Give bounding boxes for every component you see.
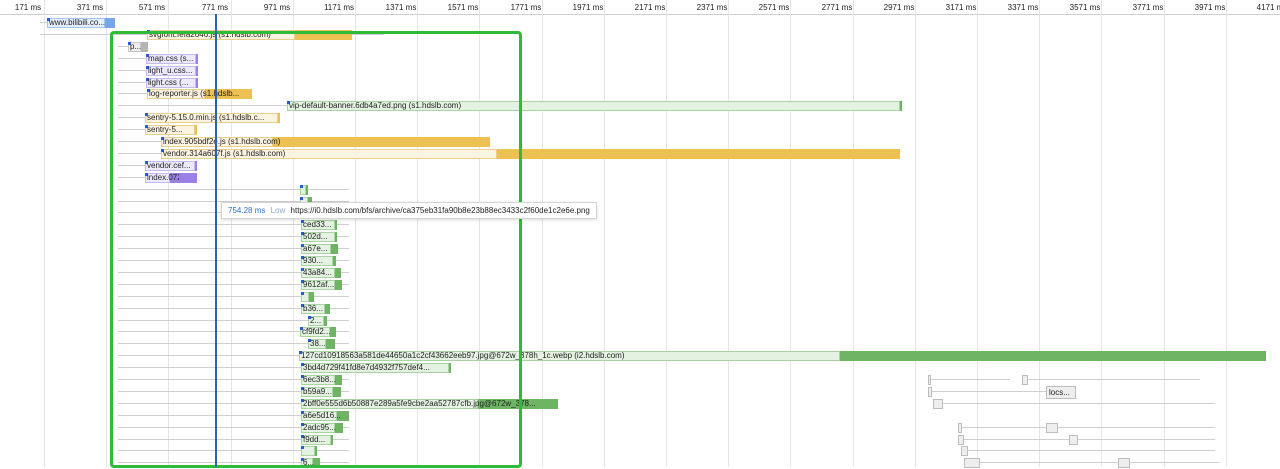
request-download-bar <box>497 149 900 159</box>
request-download-bar <box>105 18 115 28</box>
ruler-tick-label: 3371 ms <box>1007 3 1039 12</box>
secondary-request-bar[interactable] <box>1022 375 1028 385</box>
secondary-request-whisker <box>931 379 1010 380</box>
secondary-request-label: locs... <box>1046 386 1076 399</box>
secondary-request-bar[interactable] <box>961 446 968 456</box>
ruler-tick-label: 971 ms <box>263 3 291 12</box>
ruler-tick-label: 4171 ms <box>1256 3 1280 12</box>
secondary-request-bar[interactable] <box>928 387 932 397</box>
ruler-tick-label: 371 ms <box>76 3 104 12</box>
secondary-request-whisker <box>1058 427 1215 428</box>
ruler-tick-label: 771 ms <box>201 3 229 12</box>
request-download-bar <box>840 351 1266 361</box>
ruler-tick-label: 3571 ms <box>1069 3 1101 12</box>
ruler-tick-label: 2571 ms <box>758 3 790 12</box>
tooltip-url: https://i0.hdslb.com/bfs/archive/ca375eb… <box>290 206 590 215</box>
secondary-request-whisker <box>932 391 1050 392</box>
time-cursor-line[interactable] <box>215 14 217 467</box>
ruler-tick-label: 3971 ms <box>1194 3 1226 12</box>
ruler-tick-label: 3771 ms <box>1132 3 1164 12</box>
secondary-request-whisker <box>1130 462 1220 463</box>
request-label: www.bilibili.co... <box>49 18 106 27</box>
request-download-bar <box>900 101 902 111</box>
selection-highlight-box <box>110 31 522 468</box>
secondary-request-whisker <box>968 450 1215 451</box>
ruler-tick-label: 1171 ms <box>323 3 355 12</box>
ruler-tick-label: 1371 ms <box>385 3 417 12</box>
secondary-request-bar[interactable] <box>933 399 943 409</box>
secondary-request-bar[interactable] <box>1046 423 1058 433</box>
tooltip-time: 754.28 ms <box>228 206 266 215</box>
ruler-tick-label: 2371 ms <box>696 3 728 12</box>
ruler-tick-label: 2171 ms <box>634 3 666 12</box>
secondary-request-bar[interactable] <box>1069 435 1078 445</box>
ruler-tick-label: 1971 ms <box>572 3 604 12</box>
ruler-tick-label: 1571 ms <box>447 3 479 12</box>
secondary-request-bar[interactable] <box>958 423 962 433</box>
secondary-request-bar[interactable] <box>958 435 964 445</box>
ruler-tick-label: 3171 ms <box>945 3 977 12</box>
request-tooltip: 754.28 ms Low https://i0.hdslb.com/bfs/a… <box>221 202 597 219</box>
ruler-tick-label: 1771 ms <box>510 3 542 12</box>
secondary-request-whisker <box>1078 439 1215 440</box>
ruler-tick-label: 171 ms <box>14 3 42 12</box>
secondary-request-whisker <box>943 403 1215 404</box>
ruler-tick-label: 2771 ms <box>821 3 853 12</box>
ruler-tick-label: 2971 ms <box>883 3 915 12</box>
tooltip-priority: Low <box>270 206 286 215</box>
request-row[interactable]: www.bilibili.co... <box>0 17 1280 29</box>
secondary-request-bar[interactable] <box>928 375 931 385</box>
time-ruler: 171 ms 371 ms 571 ms 771 ms 971 ms 1171 ms 137… <box>0 0 1280 15</box>
secondary-request-whisker <box>1028 379 1200 380</box>
ruler-tick-label: 571 ms <box>138 3 166 12</box>
request-queue-line <box>40 22 47 23</box>
